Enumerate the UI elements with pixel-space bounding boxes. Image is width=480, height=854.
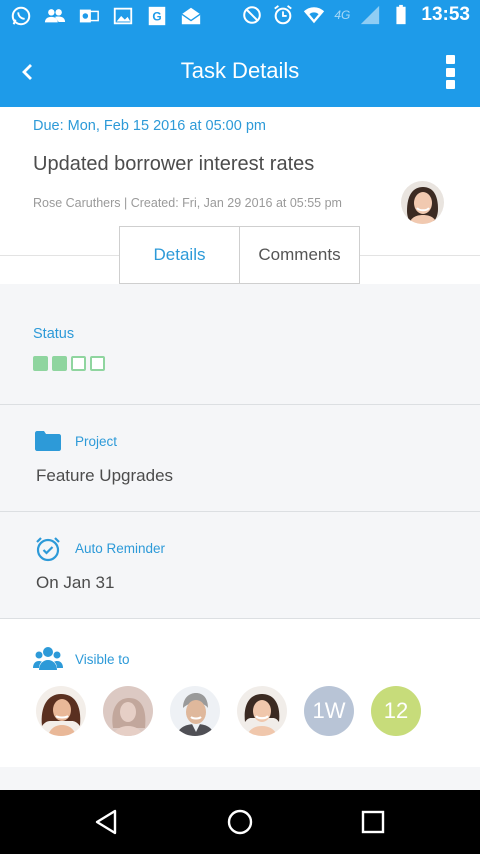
menu-dot (445, 67, 455, 77)
more-options-button[interactable] (438, 52, 462, 92)
page-title: Task Details (180, 58, 300, 83)
avatar-3[interactable] (170, 686, 220, 736)
whatsapp-icon (11, 6, 31, 26)
mail-icon (181, 7, 201, 25)
progress-step-empty (71, 356, 86, 371)
avatar-3-image (170, 686, 220, 736)
tab-bar: Details Comments (119, 226, 360, 284)
tab-details[interactable]: Details (120, 227, 240, 283)
avatar-4[interactable] (237, 686, 287, 736)
visible-to-avatars: 1W 12 (36, 686, 421, 736)
folder-icon (35, 431, 61, 451)
status-bar: G 4G 13:53 (0, 0, 480, 34)
reminder-value: On Jan 31 (36, 573, 115, 592)
status-label: Status (33, 326, 75, 342)
project-value: Feature Upgrades (36, 466, 174, 485)
reminder-label: Auto Reminder (75, 541, 166, 556)
divider (0, 404, 480, 405)
menu-dot (445, 80, 455, 89)
status-progress[interactable] (33, 356, 105, 371)
people-icon (44, 9, 66, 23)
nav-home-icon[interactable] (222, 804, 258, 840)
avatar-1[interactable] (36, 686, 86, 736)
visible-to-label: Visible to (75, 652, 130, 667)
avatar-2[interactable] (103, 686, 153, 736)
nav-recents-icon[interactable] (355, 804, 391, 840)
group-icon (33, 647, 63, 670)
google-drive-icon: G (148, 6, 166, 26)
tab-comments[interactable]: Comments (240, 227, 359, 283)
avatar-1-image (36, 686, 86, 736)
alarm-check-icon (36, 537, 60, 562)
progress-step-empty (90, 356, 105, 371)
wifi-icon (304, 7, 325, 24)
progress-step-filled (33, 356, 48, 371)
owner-avatar-image (401, 181, 444, 224)
app-bar: Task Details (0, 34, 480, 107)
more-count-badge[interactable]: 12 (371, 686, 421, 736)
battery-icon (396, 4, 406, 25)
avatar-2-image (103, 686, 153, 736)
outlook-icon (79, 9, 99, 23)
task-meta: Rose Caruthers | Created: Fri, Jan 29 20… (33, 196, 342, 210)
alarm-icon (274, 5, 293, 25)
clock: 13:53 (421, 4, 470, 25)
network-type: 4G (334, 8, 351, 22)
due-date: Due: Mon, Feb 15 2016 at 05:00 pm (33, 118, 266, 134)
avatar-4-image (237, 686, 287, 736)
owner-avatar[interactable] (401, 181, 444, 224)
task-title: Updated borrower interest rates (33, 153, 315, 175)
signal-icon (361, 5, 380, 25)
gallery-icon (113, 7, 133, 25)
system-nav-bar (0, 790, 480, 854)
task-header: Due: Mon, Feb 15 2016 at 05:00 pm Update… (0, 107, 480, 284)
do-not-disturb-icon (243, 6, 262, 24)
nav-back-icon[interactable] (88, 804, 124, 840)
progress-step-filled (52, 356, 67, 371)
divider (0, 511, 480, 512)
menu-dot (445, 55, 455, 64)
project-label: Project (75, 434, 118, 449)
svg-text:G: G (152, 10, 161, 24)
initials-badge[interactable]: 1W (304, 686, 354, 736)
